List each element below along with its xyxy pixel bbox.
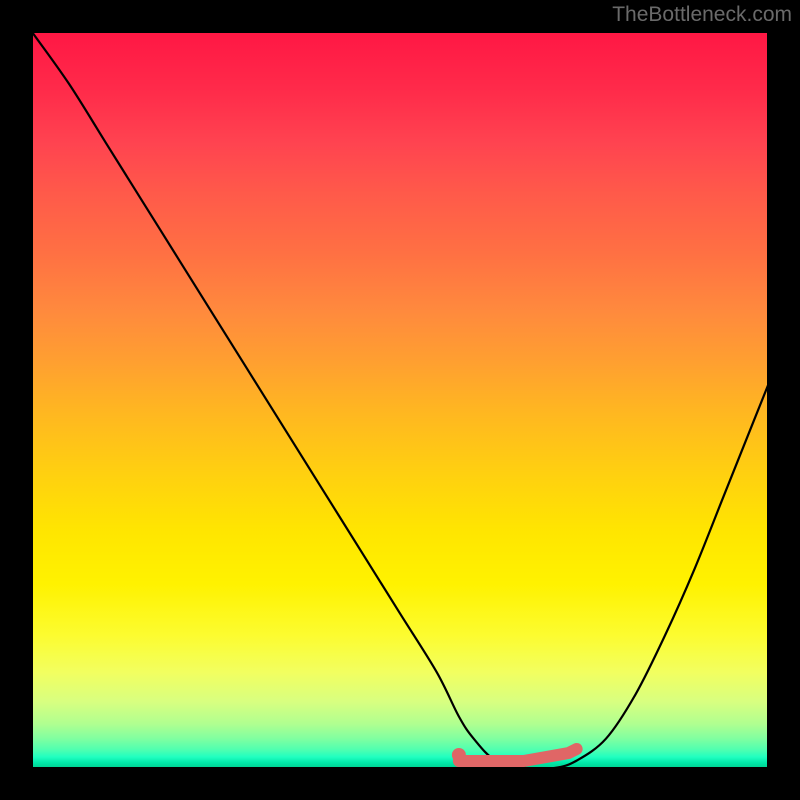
plot-area (32, 32, 768, 768)
attribution-text: TheBottleneck.com (612, 3, 792, 27)
optimal-zone-marker (459, 749, 577, 761)
curve-svg (32, 32, 768, 768)
bottleneck-curve (32, 32, 768, 768)
